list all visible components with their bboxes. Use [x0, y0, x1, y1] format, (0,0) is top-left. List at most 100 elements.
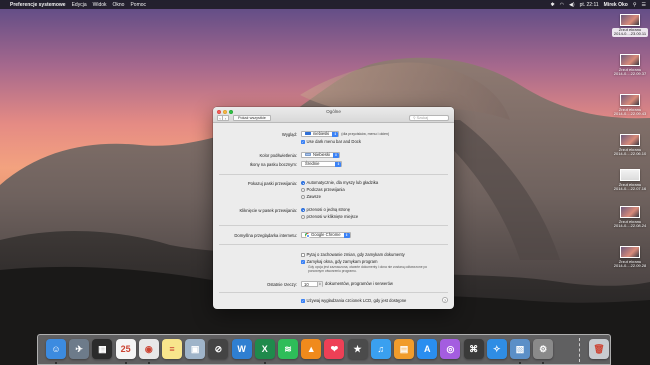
scrollbars-scrolling-label: Podczas przewijania — [306, 187, 345, 192]
scroll-click-spot-radio[interactable] — [301, 214, 305, 219]
lcd-smoothing-checkbox[interactable]: ✓ — [301, 298, 305, 303]
desktop-file[interactable]: Zrzut ekranu 2014-0....22.09.28 — [612, 246, 648, 269]
menu-app-name[interactable]: Preferencje systemowe — [10, 2, 66, 8]
highlight-popup[interactable]: Niebieski ⇕ — [301, 152, 340, 158]
notification-center-icon[interactable]: ☰ — [642, 2, 646, 8]
excel-icon[interactable]: X — [254, 339, 275, 359]
spotify-icon[interactable]: ≋ — [278, 339, 298, 359]
calendar-icon[interactable]: 25 — [115, 339, 136, 359]
recent-items-popup[interactable]: 10 ⇕ — [301, 281, 323, 287]
scrollbars-label: Pokazuj paski przewijania: — [247, 180, 297, 186]
vlc-icon[interactable]: ▲ — [301, 339, 322, 359]
menu-view[interactable]: Widok — [93, 2, 107, 8]
ibooks-icon[interactable]: ▤ — [394, 339, 414, 359]
recent-items-value: 10 — [304, 282, 309, 287]
desktop-file[interactable]: Zrzut ekranu 2014-0....22.07.16 — [612, 169, 648, 192]
menu-help[interactable]: Pomoc — [130, 2, 146, 8]
app-store-icon[interactable]: A — [417, 339, 438, 359]
sidebar-icons-label: Ikony na pasku bocznym: — [249, 161, 297, 167]
popup-arrows-icon: ⇕ — [333, 153, 339, 158]
notes-icon[interactable]: ≡ — [162, 339, 182, 359]
volume-icon[interactable]: ◀) — [569, 2, 575, 8]
browser-label: Domyślna przeglądarka internetu: — [234, 232, 297, 238]
desktop-file[interactable]: Zrzut ekranu 2014-0....22.08.24 — [612, 206, 648, 229]
appearance-color-swatch — [305, 132, 311, 136]
ask-save-checkbox[interactable] — [301, 252, 305, 257]
general-preferences-window: Ogólne ‹ › Pokaż wszystkie ⚲Szukaj Wyglą… — [213, 107, 454, 309]
launchpad-icon[interactable]: ✈ — [69, 339, 90, 359]
appearance-row: Wygląd: niebieski ⇕ (dla przycisków, men… — [213, 131, 454, 137]
desktop-file[interactable]: Zrzut ekranu 2014-0....23.00.11 — [612, 14, 648, 37]
system-preferences-icon[interactable]: ⚙ — [533, 339, 554, 359]
forward-button[interactable]: › — [223, 115, 229, 121]
search-field[interactable]: ⚲Szukaj — [409, 115, 449, 121]
wifi-icon[interactable]: ◠ — [560, 2, 564, 8]
window-title: Ogólne — [326, 109, 341, 114]
safari-icon[interactable]: ✧ — [486, 339, 507, 359]
sidebar-icons-row: Ikony na pasku bocznym: Średnie ⇕ — [213, 161, 454, 167]
separator — [219, 292, 448, 293]
dock-separator — [579, 338, 580, 362]
acrobat-icon[interactable]: ⌘ — [463, 339, 484, 359]
search-icon: ⚲ — [413, 116, 416, 120]
mission-control-icon[interactable]: ▦ — [92, 339, 113, 359]
scrollbars-auto-radio[interactable] — [301, 180, 305, 185]
file-name-date: 2014-0....22.09.28 — [613, 263, 647, 269]
sidebar-icons-value: Średnie — [305, 161, 320, 167]
menubar-clock[interactable]: pt. 22:11 — [580, 2, 599, 8]
chrome-icon[interactable]: ◉ — [138, 339, 159, 359]
file-thumbnail — [620, 54, 640, 66]
desktop-file[interactable]: Zrzut ekranu 2014-0....22.09.43 — [612, 94, 648, 117]
no-entry-icon[interactable]: ⊘ — [208, 339, 229, 359]
podcasts-icon[interactable]: ◎ — [440, 339, 461, 359]
highlight-label: Kolor podświetlenia: — [259, 152, 297, 158]
itunes-icon[interactable]: ♫ — [370, 339, 391, 359]
scroll-click-page-radio[interactable] — [301, 207, 305, 212]
appearance-hint: (dla przycisków, menu i okien) — [341, 131, 390, 136]
scroll-click-row: Kliknięcie w pasek przewijania: przenosi… — [213, 207, 454, 213]
show-all-button[interactable]: Pokaż wszystkie — [233, 115, 271, 121]
dark-menu-checkbox[interactable]: ✓ — [301, 139, 305, 144]
file-name-date: 2014-0....22.07.16 — [613, 186, 647, 192]
search-placeholder: Szukaj — [416, 116, 429, 120]
help-button[interactable]: ? — [442, 297, 448, 303]
sidebar-icons-popup[interactable]: Średnie ⇕ — [301, 161, 343, 167]
close-windows-checkbox[interactable]: ✓ — [301, 259, 305, 264]
menu-edit[interactable]: Edycja — [72, 2, 87, 8]
desktop-file[interactable]: Zrzut ekranu 2014-0....22.06.10 — [612, 134, 648, 157]
ask-save-row: Pytaj o zachowanie zmian, gdy zamykam do… — [213, 252, 454, 258]
desktop-file[interactable]: Zrzut ekranu 2014-0....22.09.37 — [612, 54, 648, 77]
bluetooth-icon[interactable]: ✱ — [550, 2, 554, 8]
scrollbars-always-radio[interactable] — [301, 194, 305, 199]
lcd-smoothing-row: ✓ Używaj wygładzania czcionek LCD, gdy j… — [213, 298, 454, 304]
pocket-icon[interactable]: ❤ — [324, 339, 345, 359]
menu-bar: Preferencje systemowe Edycja Widok Okno … — [0, 0, 650, 9]
file-thumbnail — [620, 246, 640, 258]
popup-arrows-icon: ⇕ — [343, 233, 350, 238]
photo-icon[interactable]: ▧ — [510, 339, 530, 359]
file-thumbnail — [620, 14, 640, 26]
window-titlebar[interactable]: Ogólne ‹ › Pokaż wszystkie ⚲Szukaj — [213, 107, 454, 123]
spotlight-icon[interactable]: ⚲ — [633, 2, 637, 8]
running-indicator — [542, 362, 545, 364]
scroll-click-spot-label: przenosi w kliknięte miejsce — [306, 214, 359, 219]
preview-icon[interactable]: ▣ — [185, 339, 206, 359]
popup-arrows-icon: ⇕ — [332, 132, 339, 137]
dark-menu-row: ✓ Use dark menu bar and Dock — [213, 139, 454, 145]
menu-window[interactable]: Okno — [113, 2, 125, 8]
imovie-star-icon[interactable]: ★ — [347, 339, 368, 359]
running-indicator — [124, 362, 127, 364]
scroll-click-page-label: przenosi o jedną stronę — [306, 207, 351, 212]
finder-icon[interactable]: ☺ — [46, 339, 66, 359]
browser-popup[interactable]: Google Chrome ⇕ — [301, 232, 351, 238]
scrollbars-scrolling-radio[interactable] — [301, 187, 305, 192]
menubar-user[interactable]: Mirek Oko — [604, 2, 628, 8]
word-icon[interactable]: W — [231, 339, 252, 359]
file-name-date: 2014-0....22.08.24 — [613, 223, 647, 229]
trash-icon[interactable]: 🗑 — [589, 339, 609, 359]
popup-arrows-icon: ⇕ — [317, 282, 322, 287]
appearance-popup[interactable]: niebieski ⇕ — [301, 131, 340, 137]
running-indicator — [55, 362, 57, 364]
recent-items-label: Ostatnie rzeczy: — [266, 281, 297, 287]
browser-value: Google Chrome — [311, 232, 341, 238]
